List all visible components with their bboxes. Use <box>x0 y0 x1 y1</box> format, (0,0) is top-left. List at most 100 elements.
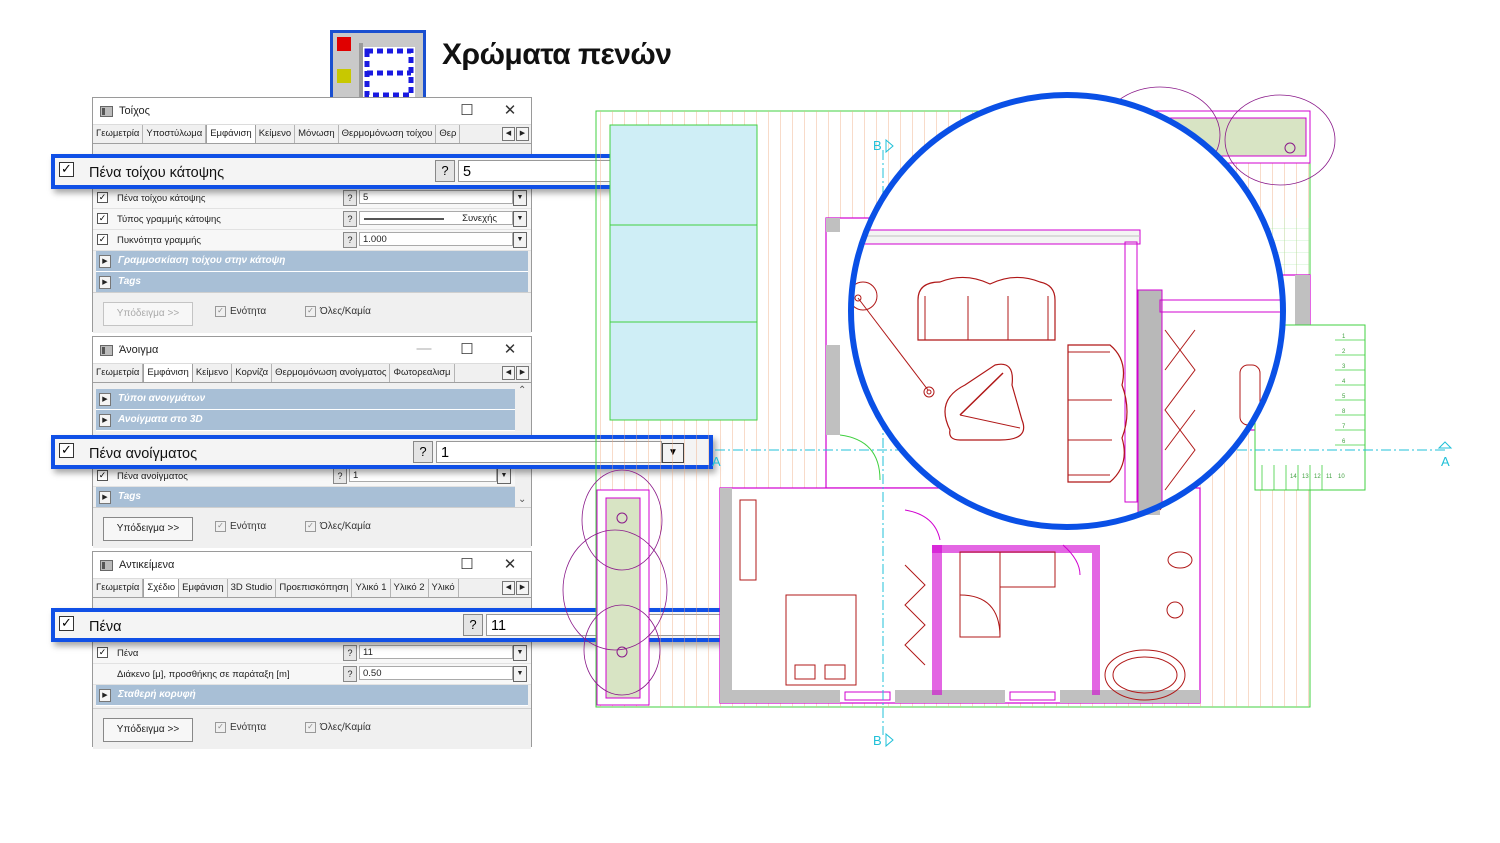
unit-checkbox[interactable]: ✓ Ενότητα <box>215 722 266 733</box>
unit-checkbox[interactable]: ✓ Ενότητα <box>215 306 266 317</box>
expand-arrow-icon[interactable]: ▶ <box>99 689 111 702</box>
minimize-button[interactable]: — <box>413 340 435 357</box>
window-footer: Υπόδειγμα >> ✓ Ενότητα ✓ Όλες/Καμία <box>93 507 531 548</box>
gap-value[interactable]: 0.50 <box>359 666 513 680</box>
floor-plan-drawing[interactable]: 1 2 3 4 5 6 7 8 10 11 12 13 14 B B A A <box>540 80 1460 760</box>
row-checkbox[interactable]: ✓ <box>59 443 74 458</box>
sample-button[interactable]: Υπόδειγμα >> <box>103 517 193 541</box>
section-mark-a-right: A <box>1441 454 1450 469</box>
sample-button[interactable]: Υπόδειγμα >> <box>103 302 193 326</box>
row-label: Πένα τοίχου κάτοψης <box>117 193 206 204</box>
property-row: ✓ Πυκνότητα γραμμής ? 1.000 ▼ <box>93 230 531 251</box>
property-row: ✓ Τύπος γραμμής κάτοψης ? Συνεχής ▼ <box>93 209 531 230</box>
tab-3d-studio[interactable]: 3D Studio <box>228 579 277 597</box>
dropdown-button[interactable]: ▼ <box>513 666 527 682</box>
tab-insulation[interactable]: Μόνωση <box>295 125 339 143</box>
stair-number: 12 <box>1314 474 1321 480</box>
tab-wall-thermal[interactable]: Θερμομόνωση τοίχου <box>339 125 437 143</box>
tab-next-button[interactable]: ▶ <box>516 127 529 141</box>
tab-geometry[interactable]: Γεωμετρία <box>93 125 144 143</box>
tab-opening-thermal[interactable]: Θερμομόνωση ανοίγματος <box>272 364 391 382</box>
row-checkbox[interactable]: ✓ <box>97 213 108 224</box>
maximize-button[interactable]: ☐ <box>456 101 478 119</box>
pen-value[interactable]: 5 <box>359 190 513 204</box>
title-bar: Τοίχος ☐ ✕ <box>93 98 531 125</box>
tab-next-button[interactable]: ▶ <box>516 581 529 595</box>
section-tags[interactable]: ▶ Tags <box>96 272 528 293</box>
tab-prev-button[interactable]: ◀ <box>502 127 515 141</box>
maximize-button[interactable]: ☐ <box>456 555 478 573</box>
tab-prev-button[interactable]: ◀ <box>502 581 515 595</box>
section-openings-3d[interactable]: ▶ Ανοίγματα στο 3D <box>96 410 515 431</box>
close-button[interactable]: ✕ <box>499 101 521 119</box>
tab-next-button[interactable]: ▶ <box>516 366 529 380</box>
unit-checkbox[interactable]: ✓ Ενότητα <box>215 521 266 532</box>
tab-appearance[interactable]: Εμφάνιση <box>206 125 256 143</box>
row-label: Πένα ανοίγματος <box>89 446 198 462</box>
row-label: Πένα <box>89 619 122 635</box>
row-label: Πυκνότητα γραμμής <box>117 235 201 246</box>
help-button[interactable]: ? <box>413 441 433 463</box>
close-button[interactable]: ✕ <box>499 340 521 358</box>
scroll-up-icon[interactable]: ⌃ <box>518 385 526 396</box>
help-button[interactable]: ? <box>463 614 483 636</box>
help-button[interactable]: ? <box>343 666 357 682</box>
all-none-checkbox[interactable]: ✓ Όλες/Καμία <box>305 722 371 733</box>
row-checkbox[interactable]: ✓ <box>59 162 74 177</box>
tab-appearance[interactable]: Εμφάνιση <box>143 364 193 382</box>
tab-geometry[interactable]: Γεωμετρία <box>93 579 144 597</box>
row-checkbox[interactable]: ✓ <box>59 616 74 631</box>
tab-photorealism[interactable]: Φωτορεαλισμ <box>390 364 455 382</box>
tab-frame[interactable]: Κορνίζα <box>232 364 273 382</box>
section-fixed-vertex[interactable]: ▶ Σταθερή κορυφή <box>96 685 528 706</box>
tab-prev-button[interactable]: ◀ <box>502 366 515 380</box>
expand-arrow-icon[interactable]: ▶ <box>99 276 111 289</box>
maximize-button[interactable]: ☐ <box>456 340 478 358</box>
help-button[interactable]: ? <box>343 645 357 661</box>
tab-appearance[interactable]: Εμφάνιση <box>179 579 228 597</box>
tab-text[interactable]: Κείμενο <box>193 364 233 382</box>
tab-material[interactable]: Υλικό <box>429 579 459 597</box>
pen-value[interactable]: 1 <box>349 468 497 482</box>
row-checkbox[interactable]: ✓ <box>97 647 108 658</box>
section-tags[interactable]: ▶ Tags <box>96 487 515 508</box>
dropdown-button[interactable]: ▼ <box>513 211 527 227</box>
row-checkbox[interactable]: ✓ <box>97 234 108 245</box>
window-title: Αντικείμενα <box>119 559 175 571</box>
section-wall-hatch[interactable]: ▶ Γραμμοσκίαση τοίχου στην κάτοψη <box>96 251 528 272</box>
expand-arrow-icon[interactable]: ▶ <box>99 491 111 504</box>
close-button[interactable]: ✕ <box>499 555 521 573</box>
tab-more[interactable]: Θερ <box>436 125 461 143</box>
help-button[interactable]: ? <box>333 468 347 484</box>
dropdown-button[interactable]: ▼ <box>497 468 511 484</box>
dropdown-button[interactable]: ▼ <box>513 190 527 206</box>
row-checkbox[interactable]: ✓ <box>97 192 108 203</box>
density-value[interactable]: 1.000 <box>359 232 513 246</box>
tab-material-1[interactable]: Υλικό 1 <box>352 579 391 597</box>
tab-material-2[interactable]: Υλικό 2 <box>391 579 429 597</box>
help-button[interactable]: ? <box>343 190 357 206</box>
pen-value[interactable]: 11 <box>359 645 513 659</box>
all-none-checkbox[interactable]: ✓ Όλες/Καμία <box>305 306 371 317</box>
tab-text[interactable]: Κείμενο <box>256 125 296 143</box>
stair-number: 13 <box>1302 474 1309 480</box>
expand-arrow-icon[interactable]: ▶ <box>99 414 111 427</box>
tab-column[interactable]: Υποστύλωμα <box>143 125 207 143</box>
section-opening-types[interactable]: ▶ Τύποι ανοιγμάτων <box>96 389 515 410</box>
linetype-value[interactable]: Συνεχής <box>359 211 513 225</box>
help-button[interactable]: ? <box>343 232 357 248</box>
dropdown-button[interactable]: ▼ <box>513 645 527 661</box>
row-checkbox[interactable]: ✓ <box>97 470 108 481</box>
tab-geometry[interactable]: Γεωμετρία <box>93 364 144 382</box>
help-button[interactable]: ? <box>435 160 455 182</box>
sample-button[interactable]: Υπόδειγμα >> <box>103 718 193 742</box>
tab-drawing[interactable]: Σχέδιο <box>143 579 180 597</box>
dropdown-button[interactable]: ▼ <box>513 232 527 248</box>
all-none-checkbox[interactable]: ✓ Όλες/Καμία <box>305 521 371 532</box>
expand-arrow-icon[interactable]: ▶ <box>99 393 111 406</box>
tab-preview[interactable]: Προεπισκόπηση <box>276 579 353 597</box>
help-button[interactable]: ? <box>343 211 357 227</box>
expand-arrow-icon[interactable]: ▶ <box>99 255 111 268</box>
scroll-down-icon[interactable]: ⌄ <box>518 494 526 505</box>
row-label: Πένα ανοίγματος <box>117 471 188 482</box>
